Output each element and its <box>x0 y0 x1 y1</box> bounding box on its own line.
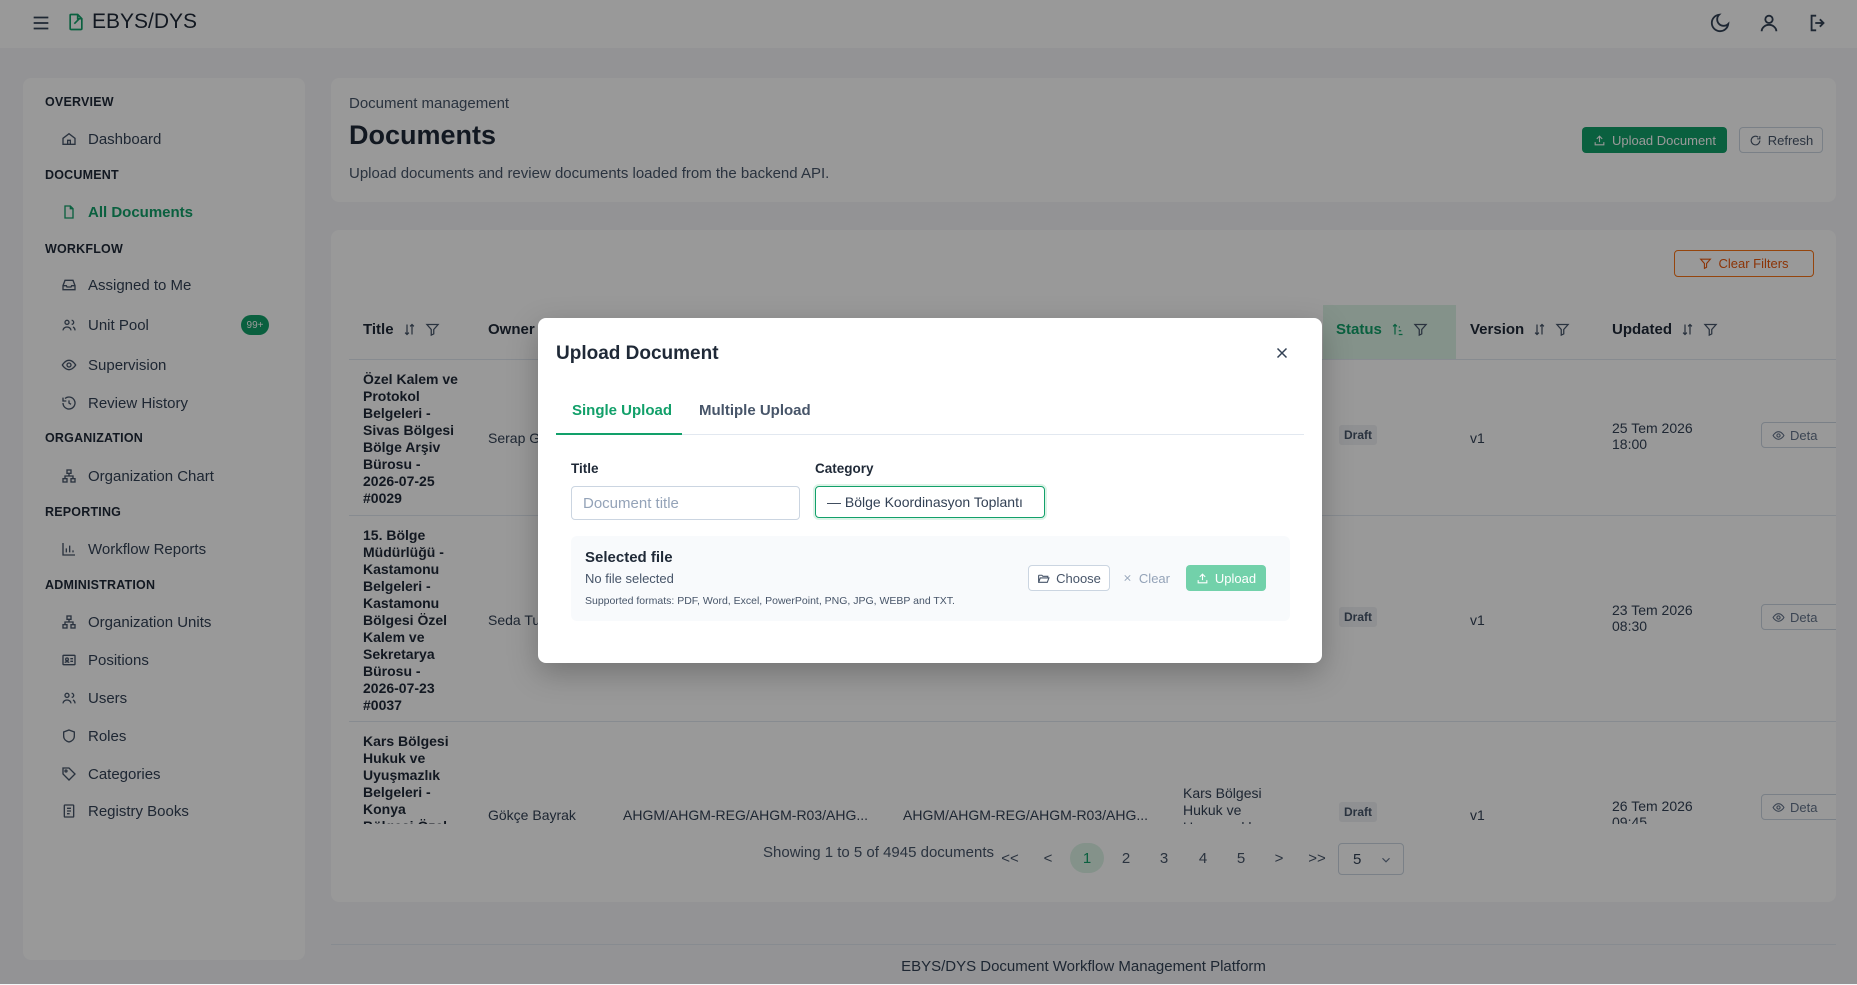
upload-label: Upload <box>1214 570 1257 586</box>
upload-button[interactable]: Upload <box>1186 565 1266 591</box>
active-tab-indicator <box>556 433 682 435</box>
upload-document-dialog: Upload Document Single Upload Multiple U… <box>538 318 1322 663</box>
selected-file-heading: Selected file <box>585 549 673 566</box>
close-icon[interactable] <box>1273 344 1291 362</box>
choose-label: Choose <box>1056 570 1101 586</box>
title-field-label: Title <box>571 461 599 476</box>
category-select[interactable]: — Bölge Koordinasyon Toplantı <box>815 486 1045 518</box>
selected-file-status: No file selected <box>585 571 674 586</box>
tab-multiple-upload[interactable]: Multiple Upload <box>699 402 811 419</box>
choose-file-button[interactable]: Choose <box>1028 565 1110 591</box>
close-icon <box>1124 574 1131 582</box>
supported-formats-text: Supported formats: PDF, Word, Excel, Pow… <box>585 595 955 607</box>
dialog-title: Upload Document <box>556 343 719 364</box>
category-field-label: Category <box>815 461 874 476</box>
upload-icon <box>1197 572 1208 583</box>
clear-label: Clear <box>1138 570 1170 586</box>
title-input[interactable] <box>571 486 800 520</box>
clear-file-button[interactable]: Clear <box>1116 565 1176 591</box>
file-selection-panel: Selected file No file selected Supported… <box>571 536 1290 621</box>
folder-open-icon <box>1038 574 1050 583</box>
tab-single-upload[interactable]: Single Upload <box>572 402 672 419</box>
